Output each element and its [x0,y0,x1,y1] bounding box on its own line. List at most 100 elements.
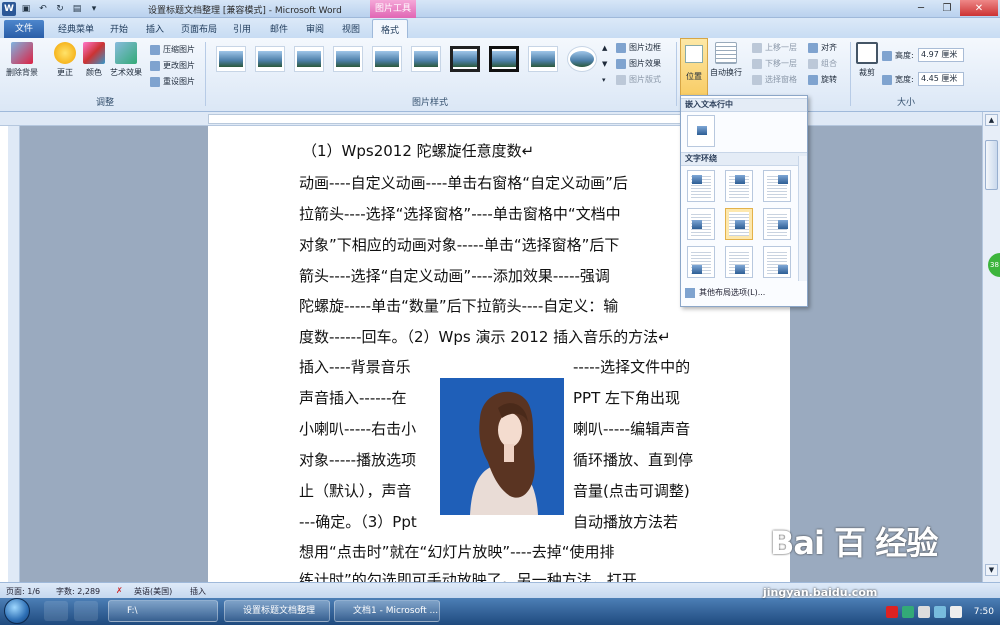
clock[interactable]: 7:50 [974,607,994,617]
picture-style-3[interactable] [294,46,324,72]
system-tray: 7:50 [885,598,1000,625]
picture-border-button[interactable]: 图片边框 [616,42,661,53]
tab-home[interactable]: 开始 [110,22,128,35]
styles-scroll-down[interactable]: ▼ [602,60,607,68]
vertical-scrollbar[interactable]: ▲ ▼ [982,112,1000,582]
proofing-icon[interactable]: ✗ [116,586,123,595]
watermark-url: jingyan.baidu.com [763,586,878,599]
picture-style-5[interactable] [372,46,402,72]
picture-style-4[interactable] [333,46,363,72]
picture-style-6[interactable] [411,46,441,72]
reset-picture-button[interactable]: 重设图片 [150,76,195,87]
more-layout-options[interactable]: 其他布局选项(L)... [685,287,765,298]
taskbar-app-icon[interactable] [44,601,68,621]
horizontal-ruler[interactable] [0,112,1000,126]
tab-review[interactable]: 审阅 [306,22,324,35]
position-middle-center-option[interactable] [725,208,753,240]
maximize-icon[interactable]: ❐ [934,0,960,16]
scroll-thumb[interactable] [985,140,998,190]
position-middle-left-option[interactable] [687,208,715,240]
picture-layout-button[interactable]: 图片版式 [616,74,661,85]
taskbar-word-doc-1[interactable]: 设置标题文档整理 [224,600,330,622]
redo-icon[interactable]: ↻ [53,2,67,16]
picture-style-2[interactable] [255,46,285,72]
crop-button[interactable]: 裁剪 [856,42,878,78]
tray-security-icon[interactable] [901,605,914,618]
scroll-up-icon[interactable]: ▲ [985,114,998,126]
position-bottom-right-option[interactable] [763,246,791,278]
tab-format[interactable]: 格式 [372,19,409,38]
internet-explorer-icon[interactable] [74,601,98,621]
position-inline-option[interactable] [687,115,715,147]
picture-effects-button[interactable]: 图片效果 [616,58,661,69]
picture-style-8[interactable] [489,46,519,72]
minimize-icon[interactable]: ─ [908,0,934,16]
taskbar-folder[interactable]: F:\ [108,600,218,622]
doc-line: 陀螺旋-----单击“数量”后下拉箭头----自定义：输 [299,297,619,315]
position-middle-right-option[interactable] [763,208,791,240]
tray-network-icon[interactable] [933,605,946,618]
tab-page-layout[interactable]: 页面布局 [181,22,217,35]
rotate-button[interactable]: 旋转 [808,74,837,85]
start-orb-icon[interactable] [4,598,30,624]
tray-flag-icon[interactable] [917,605,930,618]
picture-style-7[interactable] [450,46,480,72]
group-separator [676,42,677,106]
width-input[interactable]: 4.45 厘米 [918,72,964,86]
tab-insert[interactable]: 插入 [146,22,164,35]
tab-view[interactable]: 视图 [342,22,360,35]
align-button[interactable]: 对齐 [808,42,837,53]
position-top-left-option[interactable] [687,170,715,202]
tab-mailings[interactable]: 邮件 [270,22,288,35]
tray-volume-icon[interactable] [949,605,962,618]
word-logo-icon[interactable]: W [2,2,16,16]
insert-mode[interactable]: 插入 [190,586,206,597]
artistic-effects-button[interactable]: 艺术效果 [110,42,142,78]
quick-new-icon[interactable]: ▤ [70,2,84,16]
vertical-ruler[interactable] [8,126,20,582]
compress-pictures-button[interactable]: 压缩图片 [150,44,195,55]
position-top-right-option[interactable] [763,170,791,202]
doc-line-right: 自动播放方法若 [573,513,679,531]
undo-icon[interactable]: ↶ [36,2,50,16]
position-dropdown: 嵌入文本行中 文字环绕 其他布局选项(L)... [680,95,808,307]
ribbon-tabs: 文件 经典菜单 开始 插入 页面布局 引用 邮件 审阅 视图 格式 [0,18,1000,38]
page-count[interactable]: 页面: 1/6 [6,586,40,597]
tray-app-icon[interactable] [885,605,898,618]
customize-qat-icon[interactable]: ▾ [87,2,101,16]
word-count[interactable]: 字数: 2,289 [56,586,100,597]
dropdown-scrollbar[interactable] [798,156,807,281]
doc-line-right: PPT 左下角出现 [573,389,681,407]
wrap-section-header: 文字环绕 [681,152,807,166]
color-button[interactable]: 颜色 [83,42,105,78]
picture-effects-icon [616,58,626,69]
height-input[interactable]: 4.97 厘米 [918,48,964,62]
change-picture-button[interactable]: 更改图片 [150,60,195,71]
send-backward-icon [752,58,762,69]
group-button[interactable]: 组合 [808,58,837,69]
close-icon[interactable]: ✕ [960,0,998,16]
styles-more[interactable]: ▾ [602,76,606,84]
save-icon[interactable]: ▣ [19,2,33,16]
remove-background-button[interactable]: 删除背景 [6,42,38,78]
tab-references[interactable]: 引用 [233,22,251,35]
tab-classic-menu[interactable]: 经典菜单 [58,22,94,35]
picture-style-1[interactable] [216,46,246,72]
portrait-photo[interactable] [440,378,564,515]
position-top-center-option[interactable] [725,170,753,202]
scroll-down-icon[interactable]: ▼ [985,564,998,576]
taskbar-word-doc-2[interactable]: 文档1 - Microsoft ... [334,600,440,622]
bring-forward-button[interactable]: 上移一层 [752,42,797,53]
language[interactable]: 英语(美国) [134,586,172,597]
picture-style-10[interactable] [567,46,597,72]
picture-style-9[interactable] [528,46,558,72]
position-bottom-left-option[interactable] [687,246,715,278]
tab-file[interactable]: 文件 [4,20,44,38]
send-backward-button[interactable]: 下移一层 [752,58,797,69]
styles-scroll-up[interactable]: ▲ [602,44,607,52]
wrap-text-button[interactable]: 自动换行 [710,42,742,78]
selection-pane-button[interactable]: 选择窗格 [752,74,797,85]
position-bottom-center-option[interactable] [725,246,753,278]
align-icon [808,42,818,53]
corrections-button[interactable]: 更正 [54,42,76,78]
